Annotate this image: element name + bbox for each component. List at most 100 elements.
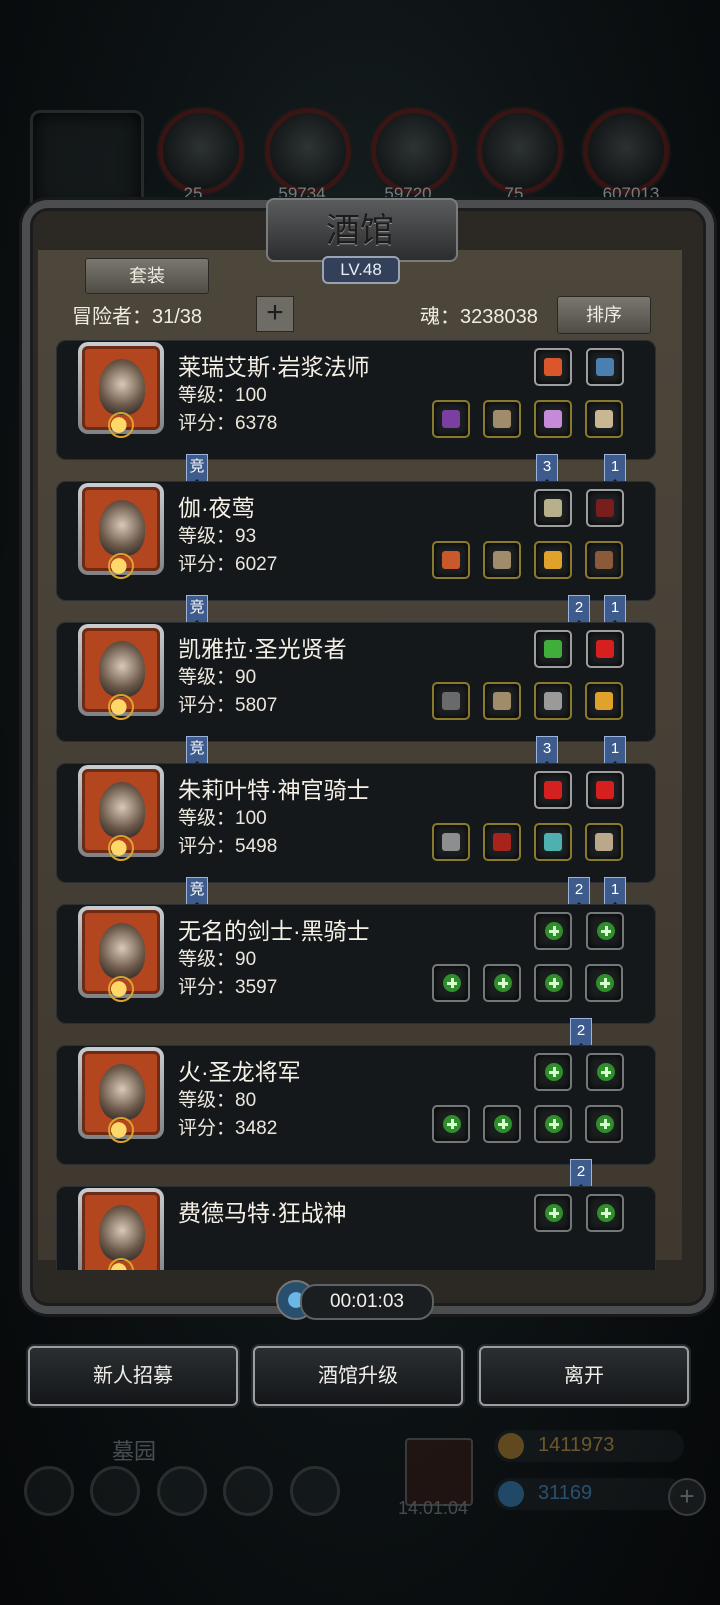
gear-glyph <box>544 781 562 799</box>
hero-face <box>99 641 145 697</box>
gear-glyph <box>544 640 562 658</box>
armor-gear-icon[interactable] <box>483 400 521 438</box>
slot-count-tag: 2 <box>570 1159 592 1190</box>
empty-gear-slot[interactable] <box>586 1053 624 1091</box>
amulet-gear-icon[interactable] <box>586 348 624 386</box>
hero-card[interactable]: 莱瑞艾斯·岩浆法师 等级：100 评分：6378 <box>56 340 656 460</box>
red-gem-gear-icon[interactable] <box>586 771 624 809</box>
iron-resource-icon <box>371 108 457 194</box>
hero-name: 莱瑞艾斯·岩浆法师 <box>178 354 370 380</box>
equipment-set-button[interactable]: 套装 <box>85 258 209 294</box>
moon-rank-icon <box>108 835 134 861</box>
bracer-gear-icon[interactable] <box>534 823 572 861</box>
empty-gear-slot[interactable] <box>483 1105 521 1143</box>
gear-glyph <box>595 833 613 851</box>
helmet-gear-icon[interactable] <box>534 682 572 720</box>
hero-card[interactable]: 凯雅拉·圣光贤者 等级：90 评分：5807 <box>56 622 656 742</box>
tome-gear-icon[interactable] <box>534 400 572 438</box>
pocket-watch-gear-icon[interactable] <box>534 489 572 527</box>
empty-gear-slot[interactable] <box>534 964 572 1002</box>
hero-card[interactable]: 无名的剑士·黑骑士 等级：90 评分：3597 <box>56 904 656 1024</box>
empty-gear-slot[interactable] <box>586 912 624 950</box>
settings-icon[interactable] <box>24 1466 74 1516</box>
hero-portrait[interactable] <box>78 1188 164 1270</box>
empty-gear-slot[interactable] <box>534 912 572 950</box>
gauntlet-gear-icon[interactable] <box>585 541 623 579</box>
leave-button[interactable]: 离开 <box>479 1346 689 1406</box>
hero-portrait[interactable] <box>78 765 164 861</box>
gear-glyph <box>442 410 460 428</box>
staff-gear-icon[interactable] <box>432 400 470 438</box>
hero-portrait[interactable] <box>78 1047 164 1143</box>
plus-icon <box>545 1204 563 1222</box>
dagger-gear-icon[interactable] <box>432 541 470 579</box>
book-icon[interactable] <box>157 1466 207 1516</box>
empty-gear-slot[interactable] <box>432 964 470 1002</box>
slot-count-tag: 2 <box>568 595 590 626</box>
robe-gear-icon[interactable] <box>483 823 521 861</box>
hero-score: 评分：5498 <box>178 836 278 857</box>
gear-glyph <box>493 692 511 710</box>
red-gem-gear-icon[interactable] <box>534 771 572 809</box>
recruit-button[interactable]: 新人招募 <box>28 1346 238 1406</box>
shield-icon[interactable] <box>290 1466 340 1516</box>
hero-card[interactable]: 伽·夜莺 等级：93 评分：6027 <box>56 481 656 601</box>
mail-icon[interactable] <box>223 1466 273 1516</box>
empty-gear-slot[interactable] <box>534 1194 572 1232</box>
empty-gear-slot[interactable] <box>534 1053 572 1091</box>
graveyard-label[interactable]: 墓园 <box>112 1434 156 1466</box>
hero-portrait[interactable] <box>78 906 164 1002</box>
hero-portrait[interactable] <box>78 483 164 579</box>
gear-glyph <box>442 551 460 569</box>
empty-gear-slot[interactable] <box>432 1105 470 1143</box>
gear-glyph <box>595 551 613 569</box>
maple-leaf-gear-icon[interactable] <box>534 348 572 386</box>
empty-gear-slot[interactable] <box>483 964 521 1002</box>
tavern-level-badge: LV.48 <box>322 256 400 284</box>
hammer-gear-icon[interactable] <box>432 682 470 720</box>
hero-score: 评分：3482 <box>178 1118 278 1139</box>
plus-icon <box>494 1115 512 1133</box>
hero-card[interactable]: 费德马特·狂战神 <box>56 1186 656 1270</box>
gift-icon[interactable] <box>405 1438 473 1506</box>
red-gem-gear-icon[interactable] <box>586 630 624 668</box>
upgrade-tavern-button[interactable]: 酒馆升级 <box>253 1346 463 1406</box>
hero-portrait[interactable] <box>78 624 164 720</box>
hero-score: 评分：6378 <box>178 413 278 434</box>
empty-gear-slot[interactable] <box>585 1105 623 1143</box>
mask-gear-icon[interactable] <box>585 400 623 438</box>
arena-tag: 竞 <box>186 877 208 908</box>
hero-card[interactable]: 火·圣龙将军 等级：80 评分：3482 <box>56 1045 656 1165</box>
gear-glyph <box>544 358 562 376</box>
ring-gear-icon[interactable] <box>585 682 623 720</box>
claw-gear-icon[interactable] <box>586 489 624 527</box>
star-icon[interactable] <box>90 1466 140 1516</box>
arena-tag: 竞 <box>186 736 208 767</box>
hero-face <box>99 359 145 415</box>
ring-gear-icon[interactable] <box>534 541 572 579</box>
armor-gear-icon[interactable] <box>483 541 521 579</box>
empty-gear-slot[interactable] <box>534 1105 572 1143</box>
gear-glyph <box>544 410 562 428</box>
armor-gear-icon[interactable] <box>483 682 521 720</box>
steel-resource-icon <box>583 108 669 194</box>
sort-button[interactable]: 排序 <box>557 296 651 334</box>
hero-card[interactable]: 朱莉叶特·神官骑士 等级：100 评分：5498 <box>56 763 656 883</box>
empty-gear-slot[interactable] <box>586 1194 624 1232</box>
plus-icon <box>443 1115 461 1133</box>
player-portrait[interactable] <box>30 110 144 212</box>
slot-count-tag: 3 <box>536 736 558 767</box>
hero-level: 等级：100 <box>178 808 267 829</box>
plus-icon <box>545 1115 563 1133</box>
green-gem-gear-icon[interactable] <box>534 630 572 668</box>
hero-list[interactable]: 莱瑞艾斯·岩浆法师 等级：100 评分：6378 竞 3 1 伽·夜莺 等级：93 评分：602… <box>56 340 664 1270</box>
necklace-gear-icon[interactable] <box>585 823 623 861</box>
hero-portrait[interactable] <box>78 342 164 438</box>
add-currency-icon[interactable]: + <box>668 1478 706 1516</box>
empty-gear-slot[interactable] <box>585 964 623 1002</box>
adventurer-count: 冒险者：31/38 <box>72 306 203 328</box>
axe-gear-icon[interactable] <box>432 823 470 861</box>
add-slot-button[interactable]: + <box>256 296 294 332</box>
gear-glyph <box>595 410 613 428</box>
hero-level: 等级：93 <box>178 526 257 547</box>
